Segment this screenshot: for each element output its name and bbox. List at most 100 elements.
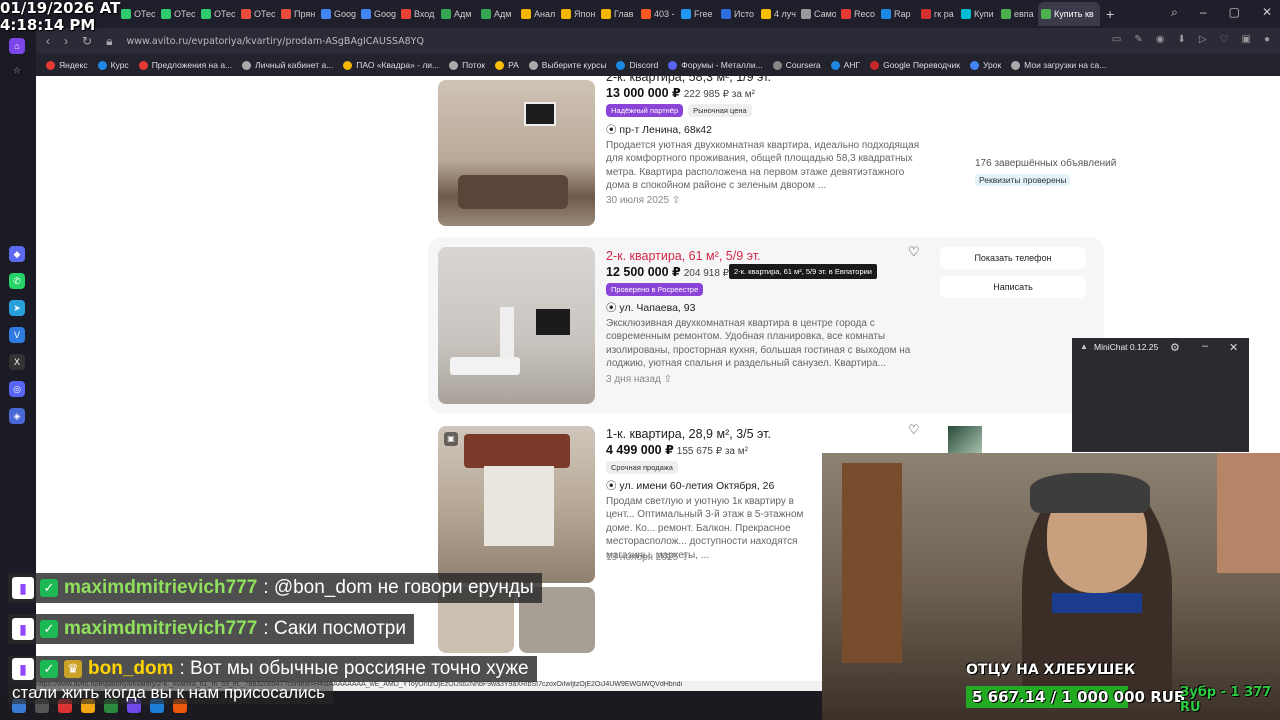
bookmark-icon[interactable]: ♡ [1220, 34, 1229, 45]
browser-tab[interactable]: ОТес [158, 2, 196, 26]
boost-arrow-icon: ⇧ [680, 552, 690, 563]
bookmark-item[interactable]: PA [495, 60, 519, 70]
home-icon[interactable]: ⌂ [9, 38, 25, 54]
browser-tab[interactable]: ОТес [118, 2, 156, 26]
listing-photo[interactable] [438, 80, 595, 226]
listing-title[interactable]: 1-к. квартира, 28,9 м², 3/5 эт. [606, 427, 771, 441]
browser-tab[interactable]: Goog [358, 2, 396, 26]
bookmark-item[interactable]: Личный кабинет а... [242, 60, 333, 70]
browser-tab[interactable]: Reco [838, 2, 876, 26]
bookmark-item[interactable]: Coursera [772, 60, 821, 70]
badge-urgent-sale: Срочная продажа [606, 461, 678, 474]
listing-title[interactable]: 2-к. квартира, 58,3 м², 1/9 эт. [606, 76, 771, 84]
close-button[interactable]: ✕ [1229, 341, 1238, 354]
browser-tab[interactable]: Купить кв [1038, 2, 1100, 26]
browser-tab[interactable]: 4 луч [758, 2, 796, 26]
price-value: 4 499 000 ₽ [606, 443, 674, 457]
star-icon[interactable]: ☆ [9, 62, 25, 78]
browser-tab[interactable]: 403 - [638, 2, 676, 26]
new-tab-button[interactable]: + [1106, 6, 1114, 22]
browser-tab[interactable]: Само [798, 2, 836, 26]
minimize-button[interactable]: – [1200, 5, 1207, 20]
browser-tab[interactable]: Вход [398, 2, 436, 26]
bookmark-item[interactable]: Мои загрузки на са... [1011, 60, 1106, 70]
share-icon[interactable]: ▷ [1199, 34, 1207, 45]
back-icon[interactable]: ‹ [46, 34, 50, 48]
maximize-button[interactable]: ▢ [1229, 5, 1240, 20]
screenshot-icon[interactable]: ◉ [1156, 34, 1165, 45]
tab-favicon-icon [121, 9, 131, 19]
address-text: ул. Чапаева, 93 [619, 302, 696, 314]
bookmark-item[interactable]: АНГ [830, 60, 860, 70]
browser-tab[interactable]: Адм [478, 2, 516, 26]
seller-avatar[interactable] [948, 426, 982, 454]
forward-icon[interactable]: › [64, 34, 68, 48]
listing-card[interactable]: 2-к. квартира, 58,3 м², 1/9 эт. 13 000 0… [428, 76, 1104, 232]
extensions-icon[interactable]: ▣ [1242, 34, 1251, 45]
listing-title[interactable]: 2-к. квартира, 61 м², 5/9 эт. [606, 249, 761, 263]
bookmark-item[interactable]: Google Переводчик [870, 60, 960, 70]
tab-favicon-icon [441, 9, 451, 19]
tab-label: ОТес [254, 9, 276, 19]
address-text: пр-т Ленина, 68к42 [619, 124, 712, 136]
bookmarks-bar: Яндекс Курс Предложения на а... Личный каби… [36, 54, 1280, 76]
favorite-heart-icon[interactable]: ♡ [908, 244, 920, 260]
chat-message: ▮ ✓ maximdmitrievich777: Саки посмотри [8, 614, 414, 644]
date-text: 30 июля 2025 [606, 195, 670, 206]
whatsapp-icon[interactable]: ✆ [9, 273, 25, 289]
browser-tab[interactable]: Rap [878, 2, 916, 26]
show-phone-button[interactable]: Показать телефон [940, 247, 1086, 269]
bookmark-item[interactable]: ПАО «Квадра» - ли... [343, 60, 439, 70]
browser-tab[interactable]: Купи [958, 2, 996, 26]
bookmark-item[interactable]: Поток [449, 60, 485, 70]
browser-tab[interactable]: гк ра [918, 2, 956, 26]
browser-tab[interactable]: ОТес [198, 2, 236, 26]
tab-manager-icon[interactable]: ▭ [1112, 34, 1121, 45]
settings-gear-icon[interactable]: ⚙ [1170, 341, 1180, 354]
tab-favicon-icon [401, 9, 411, 19]
bookmark-item[interactable]: Урок [969, 60, 1001, 70]
browser-tab[interactable]: Глав [598, 2, 636, 26]
telegram-icon[interactable]: ➤ [9, 300, 25, 316]
browser-tab[interactable]: Free [678, 2, 716, 26]
minimize-button[interactable]: – [1202, 340, 1208, 352]
search-tabs-icon[interactable]: ⌕ [1171, 5, 1178, 20]
listing-photo[interactable] [438, 247, 595, 404]
bookmark-item[interactable]: Выберите курсы [528, 60, 606, 70]
browser-tab[interactable]: ОТес [238, 2, 276, 26]
messenger-icon[interactable]: ◈ [9, 408, 25, 424]
bookmark-item[interactable]: Предложения на а... [138, 60, 232, 70]
listing-date: 30 июля 2025 ⇧ [606, 195, 680, 206]
ai-icon[interactable]: ◆ [9, 246, 25, 262]
tab-label: Купить кв [1054, 9, 1094, 19]
vk-icon[interactable]: V [9, 327, 25, 343]
tab-label: Глав [614, 9, 634, 19]
profile-icon[interactable]: ● [1264, 34, 1270, 45]
bookmark-item[interactable]: Яндекс [46, 60, 88, 70]
browser-tab[interactable]: Исто [718, 2, 756, 26]
browser-tab[interactable]: Япон [558, 2, 596, 26]
listing-photo[interactable]: ▣ [438, 426, 595, 583]
vip-badge-icon: ♛ [64, 660, 82, 678]
close-window-button[interactable]: ✕ [1262, 5, 1272, 20]
reload-icon[interactable]: ↻ [82, 34, 92, 48]
bookmark-item[interactable]: Курс [97, 60, 129, 70]
price-per-meter: 155 675 ₽ за м² [676, 446, 748, 457]
browser-tab[interactable]: Прян [278, 2, 316, 26]
url-field[interactable]: www.avito.ru/evpatoriya/kvartiry/prodam-… [126, 36, 423, 47]
chat-text: : Вот мы обычные россияне точно хуже [179, 658, 529, 679]
bookmark-item[interactable]: Форумы - Металли... [668, 60, 763, 70]
edit-icon[interactable]: ✎ [1134, 34, 1142, 45]
favorite-heart-icon[interactable]: ♡ [908, 422, 920, 438]
discord-icon[interactable]: ◎ [9, 381, 25, 397]
browser-tab[interactable]: Goog [318, 2, 356, 26]
tab-label: 4 луч [774, 9, 796, 19]
download-icon[interactable]: ⬇ [1177, 34, 1185, 45]
x-icon[interactable]: X [9, 354, 25, 370]
browser-tab[interactable]: Адм [438, 2, 476, 26]
tab-label: Адм [494, 9, 512, 19]
bookmark-item[interactable]: Discord [616, 60, 658, 70]
browser-tab[interactable]: Анал [518, 2, 556, 26]
browser-tab[interactable]: евпа [998, 2, 1036, 26]
write-message-button[interactable]: Написать [940, 276, 1086, 298]
